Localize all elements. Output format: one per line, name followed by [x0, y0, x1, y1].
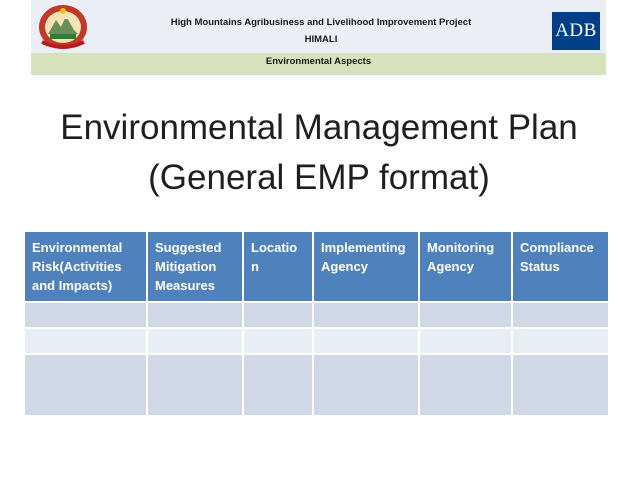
project-title: High Mountains Agribusiness and Liveliho… [121, 14, 521, 48]
column-header-monitoring-agency: Monitoring Agency [419, 232, 513, 302]
table-row [25, 327, 608, 354]
slide-title-line2: (General EMP format) [148, 158, 490, 197]
nepal-government-emblem-icon [36, 2, 90, 52]
table-cell [243, 327, 314, 354]
table-cell [147, 353, 244, 415]
table-cell [25, 301, 148, 328]
table-cell [419, 353, 513, 415]
table-header-row: Environmental Risk(Activities and Impact… [25, 232, 608, 302]
column-header-implementing-agency: Implementing Agency [313, 232, 420, 302]
table-cell [419, 301, 513, 328]
emp-table: Environmental Risk(Activities and Impact… [25, 232, 608, 415]
table-cell [313, 301, 420, 328]
table-cell [243, 301, 314, 328]
table-cell [25, 327, 148, 354]
column-header-mitigation-measures: Suggested Mitigation Measures [147, 232, 244, 302]
slide-header: High Mountains Agribusiness and Liveliho… [31, 0, 606, 75]
adb-logo: ADB [552, 12, 600, 50]
slide-title: Environmental Management Plan (General E… [0, 103, 638, 203]
table-cell [147, 301, 244, 328]
table-cell [313, 353, 420, 415]
table-cell [419, 327, 513, 354]
table-row [25, 301, 608, 328]
project-name: High Mountains Agribusiness and Liveliho… [170, 17, 472, 28]
column-header-environmental-risk: Environmental Risk(Activities and Impact… [25, 232, 148, 302]
table-cell [512, 327, 608, 354]
table-cell [313, 327, 420, 354]
table-cell [512, 353, 608, 415]
table-row [25, 353, 608, 415]
column-header-location: Locatio n [243, 232, 314, 302]
column-header-compliance-status: Compliance Status [512, 232, 608, 302]
table-cell [147, 327, 244, 354]
table-cell [243, 353, 314, 415]
slide-title-line1: Environmental Management Plan [60, 108, 578, 147]
project-acronym: HIMALI [304, 34, 338, 45]
table-cell [512, 301, 608, 328]
section-label: Environmental Aspects [265, 56, 372, 67]
table-cell [25, 353, 148, 415]
